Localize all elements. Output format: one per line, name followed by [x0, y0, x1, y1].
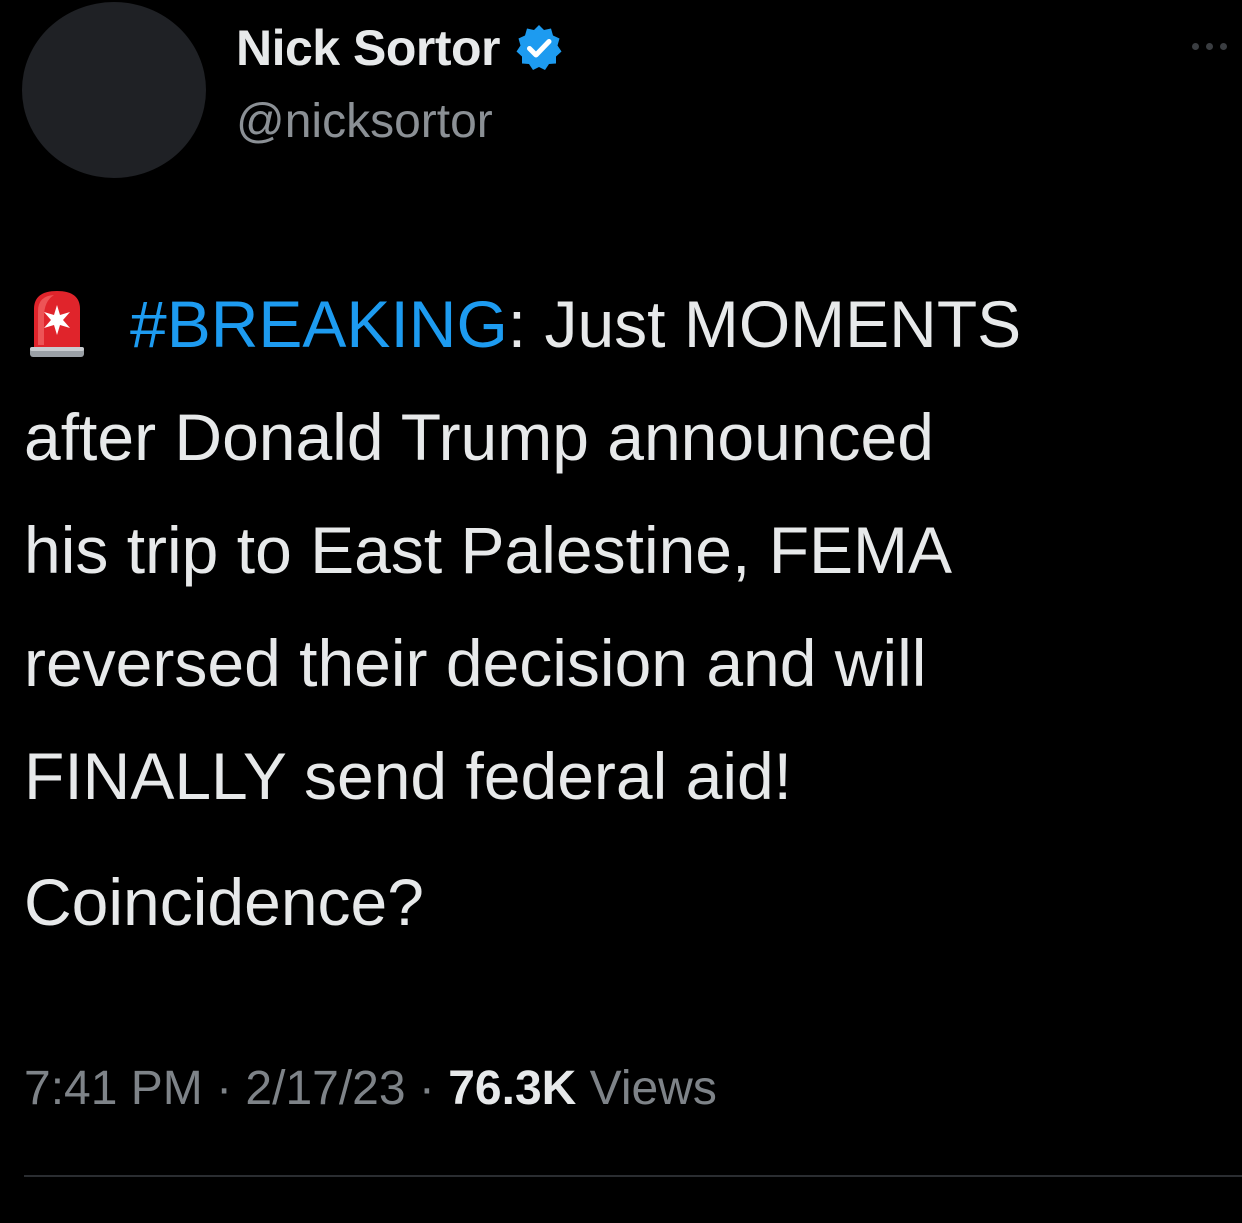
divider [24, 1175, 1242, 1177]
siren-icon [24, 280, 90, 357]
meta-separator: · [202, 1062, 246, 1115]
avatar[interactable] [22, 2, 206, 178]
handle[interactable]: @nicksortor [236, 94, 564, 149]
tweet-date[interactable]: 2/17/23 [245, 1062, 405, 1115]
verified-badge-icon [514, 23, 564, 73]
tweet-question: Coincidence? [24, 865, 424, 939]
tweet-meta: 7:41 PM · 2/17/23 · 76.3K Views [24, 1054, 717, 1124]
hashtag-link[interactable]: #BREAKING [130, 287, 508, 361]
views-count: 76.3K [448, 1062, 577, 1115]
display-name[interactable]: Nick Sortor [236, 19, 501, 77]
tweet-line: reversed their decision and will [24, 626, 927, 700]
tweet-line: his trip to East Palestine, FEMA [24, 513, 953, 587]
more-options-icon[interactable] [1192, 36, 1242, 56]
views-label: Views [576, 1062, 717, 1115]
meta-separator: · [405, 1062, 449, 1115]
tweet-line: after Donald Trump announced [24, 400, 934, 474]
author-block[interactable]: Nick Sortor @nicksortor [236, 16, 564, 149]
tweet-card: Nick Sortor @nicksortor #BREAKING: Just … [0, 0, 1242, 1223]
tweet-line-text: : Just MOMENTS [507, 287, 1022, 361]
tweet-time[interactable]: 7:41 PM [24, 1062, 203, 1115]
tweet-line: #BREAKING: Just MOMENTS [24, 268, 1242, 381]
tweet-line: FINALLY send federal aid! [24, 739, 793, 813]
name-row: Nick Sortor [236, 16, 564, 80]
tweet-text: #BREAKING: Just MOMENTS after Donald Tru… [24, 268, 1242, 833]
